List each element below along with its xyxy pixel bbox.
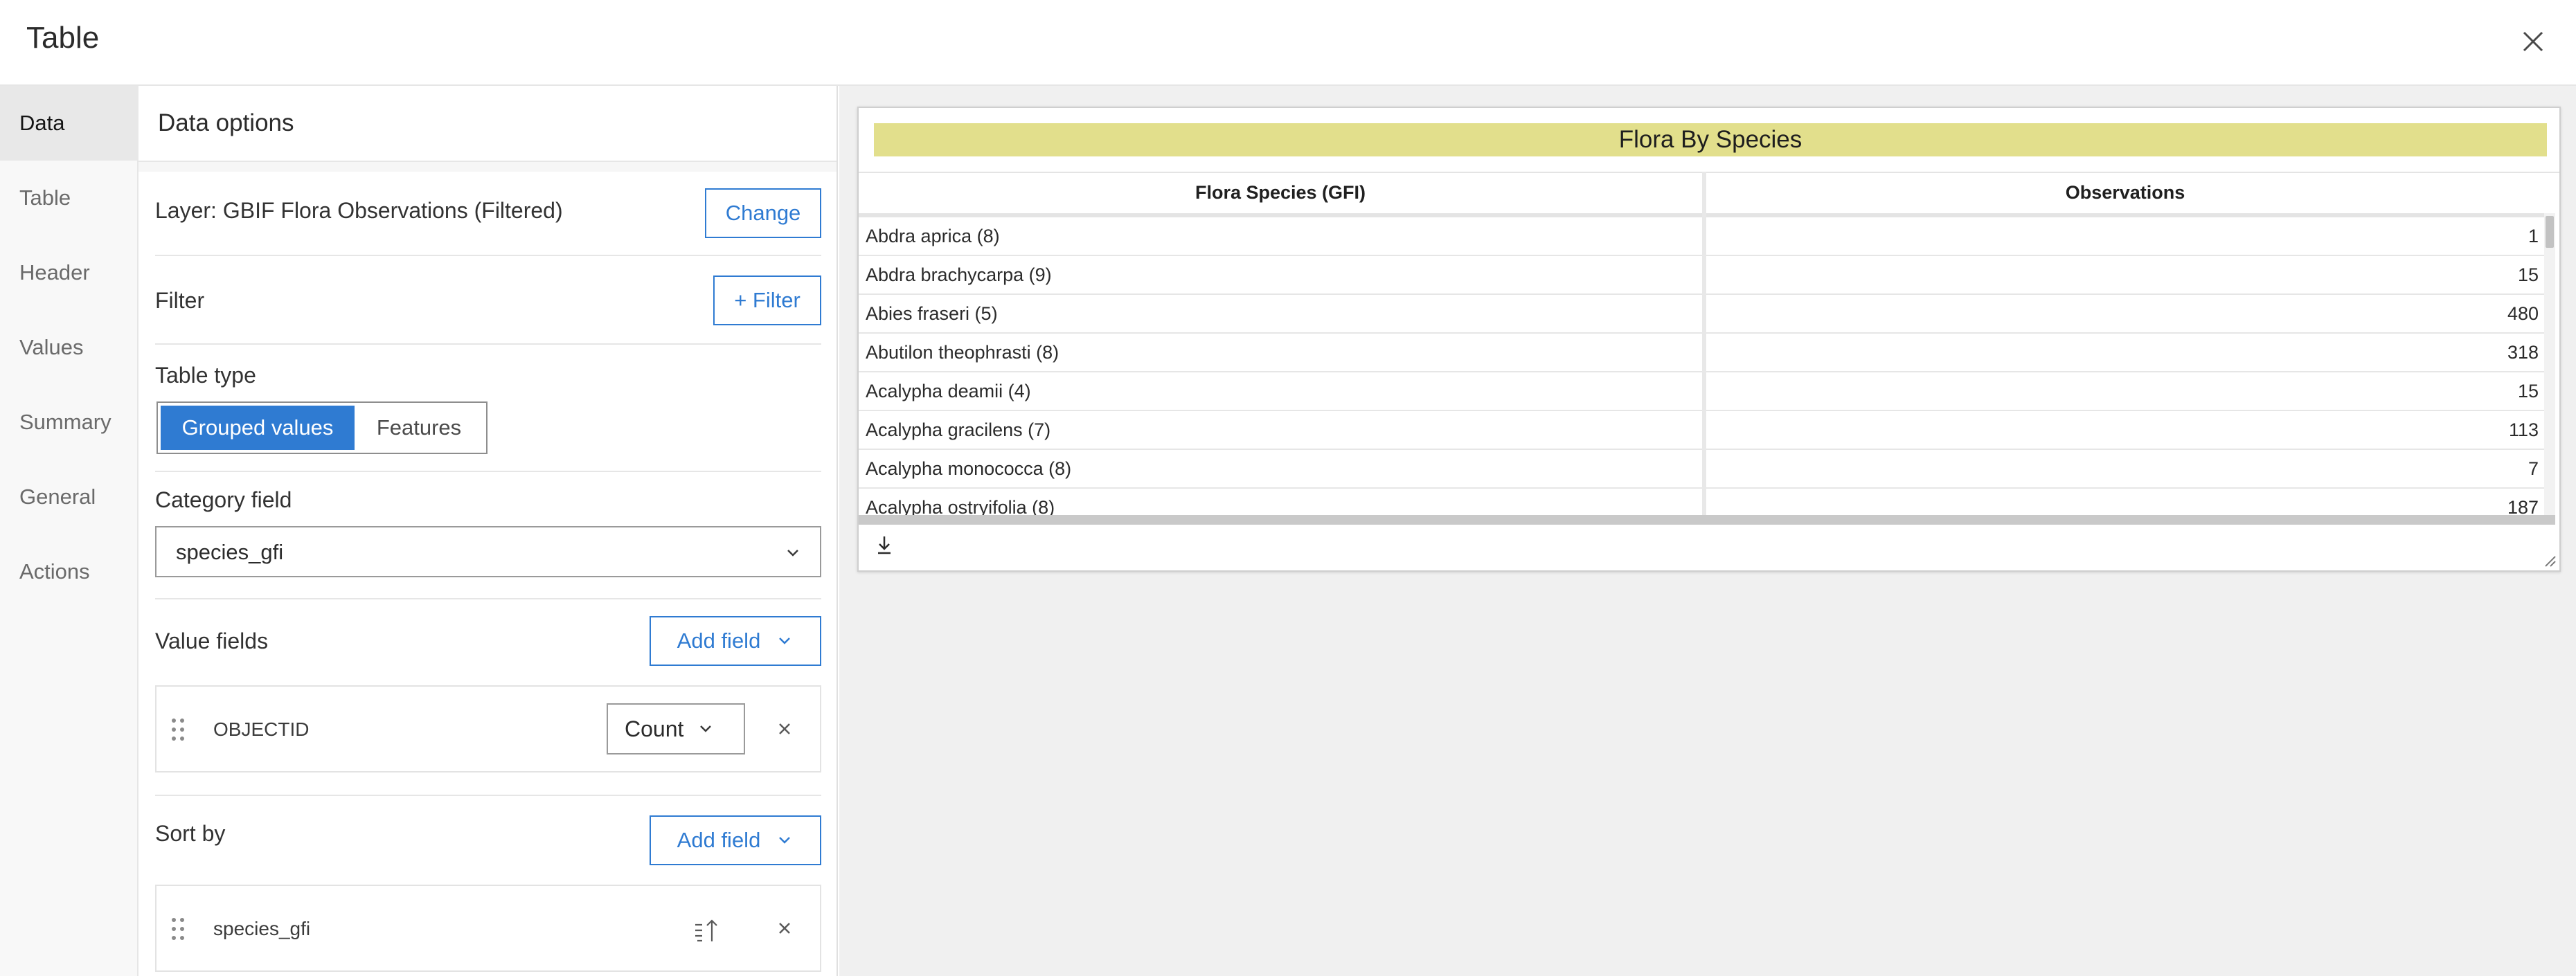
cell-observations: 15 bbox=[2517, 264, 2539, 285]
cell-observations: 1 bbox=[2528, 226, 2539, 246]
add-sort-field-label: Add field bbox=[677, 828, 761, 852]
sort-ascending-icon[interactable] bbox=[692, 916, 720, 944]
cell-species: Acalypha gracilens (7) bbox=[866, 419, 1051, 440]
nav-item-header[interactable]: Header bbox=[0, 235, 138, 310]
chevron-down-icon bbox=[779, 638, 791, 644]
table-row: Acalypha deamii (4) 15 bbox=[859, 372, 2544, 411]
table-type-label: Table type bbox=[155, 363, 256, 388]
divider bbox=[155, 471, 821, 472]
drag-handle-icon[interactable] bbox=[170, 717, 186, 742]
close-button[interactable] bbox=[2515, 24, 2551, 60]
divider bbox=[138, 162, 837, 172]
table-type-grouped-values[interactable]: Grouped values bbox=[161, 406, 355, 450]
cell-observations: 318 bbox=[2507, 342, 2539, 363]
cell-species: Abdra brachycarpa (9) bbox=[866, 264, 1052, 285]
chevron-down-icon bbox=[787, 550, 798, 557]
add-value-field-button[interactable]: Add field bbox=[650, 616, 821, 666]
value-fields-label: Value fields bbox=[155, 629, 269, 653]
table-type-segmented-control: Grouped values Features bbox=[156, 401, 488, 454]
panel-title: Data options bbox=[158, 109, 294, 136]
column-header-observations[interactable]: Observations bbox=[1706, 173, 2544, 212]
data-options-panel: Data options Layer: GBIF Flora Observati… bbox=[138, 86, 838, 976]
divider bbox=[155, 795, 821, 796]
layer-label: Layer: GBIF Flora Observations (Filtered… bbox=[155, 198, 563, 223]
sort-by-label: Sort by bbox=[155, 821, 226, 846]
table-row: Acalypha ostryifolia (8) 187 bbox=[859, 489, 2544, 515]
cell-observations: 7 bbox=[2528, 458, 2539, 479]
column-divider bbox=[1702, 172, 1706, 515]
cell-species: Acalypha monococca (8) bbox=[866, 458, 1072, 479]
divider bbox=[155, 255, 821, 256]
add-sort-field-button[interactable]: Add field bbox=[650, 815, 821, 865]
cell-species: Abies fraseri (5) bbox=[866, 303, 998, 324]
cell-observations: 187 bbox=[2507, 497, 2539, 515]
cell-species: Abutilon theophrasti (8) bbox=[866, 342, 1059, 363]
statistic-select[interactable]: Count bbox=[607, 703, 745, 754]
value-field-card: OBJECTID Count bbox=[155, 685, 821, 772]
table-row: Abies fraseri (5) 480 bbox=[859, 295, 2544, 334]
table-type-features[interactable]: Features bbox=[355, 406, 483, 450]
statistic-value: Count bbox=[625, 716, 684, 741]
remove-value-field-icon[interactable] bbox=[774, 719, 795, 739]
divider bbox=[155, 343, 821, 345]
left-nav: Data Table Header Values Summary General… bbox=[0, 86, 138, 976]
nav-item-actions[interactable]: Actions bbox=[0, 534, 138, 609]
preview-area: Flora By Species Flora Species (GFI) Obs… bbox=[839, 86, 2576, 976]
table-row: Abdra brachycarpa (9) 15 bbox=[859, 256, 2544, 295]
filter-label: Filter bbox=[155, 288, 205, 313]
dialog-header: Table bbox=[0, 0, 2576, 86]
nav-item-summary[interactable]: Summary bbox=[0, 385, 138, 460]
change-layer-button[interactable]: Change bbox=[705, 188, 821, 238]
category-field-label: Category field bbox=[155, 487, 292, 512]
cell-species: Acalypha ostryifolia (8) bbox=[866, 497, 1055, 515]
nav-item-table[interactable]: Table bbox=[0, 161, 138, 235]
remove-sort-field-icon[interactable] bbox=[774, 918, 795, 939]
chevron-down-icon bbox=[779, 837, 791, 844]
nav-item-data[interactable]: Data bbox=[0, 86, 138, 161]
nav-item-general[interactable]: General bbox=[0, 460, 138, 534]
add-filter-button[interactable]: + Filter bbox=[713, 275, 821, 325]
category-field-value: species_gfi bbox=[176, 540, 284, 564]
download-icon[interactable] bbox=[873, 533, 896, 557]
dialog-title: Table bbox=[26, 21, 100, 55]
close-icon bbox=[2523, 31, 2543, 52]
horizontal-scrollbar[interactable] bbox=[859, 515, 2555, 525]
add-value-field-label: Add field bbox=[677, 629, 761, 653]
sort-field-card: species_gfi bbox=[155, 885, 821, 972]
divider bbox=[155, 598, 821, 599]
table-widget: Flora By Species Flora Species (GFI) Obs… bbox=[857, 107, 2561, 572]
cell-observations: 15 bbox=[2517, 381, 2539, 401]
table-row: Acalypha gracilens (7) 113 bbox=[859, 411, 2544, 450]
cell-observations: 113 bbox=[2508, 419, 2539, 440]
cell-species: Abdra aprica (8) bbox=[866, 226, 1000, 246]
vertical-scrollbar-track[interactable] bbox=[2544, 213, 2555, 515]
cell-species: Acalypha deamii (4) bbox=[866, 381, 1031, 401]
cell-observations: 480 bbox=[2507, 303, 2539, 324]
nav-item-values[interactable]: Values bbox=[0, 310, 138, 385]
table-row: Acalypha monococca (8) 7 bbox=[859, 450, 2544, 489]
drag-handle-icon[interactable] bbox=[170, 916, 186, 941]
vertical-scrollbar-thumb[interactable] bbox=[2546, 216, 2554, 248]
value-field-name: OBJECTID bbox=[213, 719, 310, 740]
resize-handle-icon[interactable] bbox=[2541, 552, 2557, 568]
table-row: Abdra aprica (8) 1 bbox=[859, 217, 2544, 256]
table-title: Flora By Species bbox=[874, 123, 2547, 156]
table-row: Abutilon theophrasti (8) 318 bbox=[859, 334, 2544, 372]
column-header-species[interactable]: Flora Species (GFI) bbox=[859, 173, 1702, 212]
sort-field-name: species_gfi bbox=[213, 918, 311, 939]
category-field-select[interactable]: species_gfi bbox=[155, 526, 821, 577]
chevron-down-icon bbox=[700, 725, 712, 732]
